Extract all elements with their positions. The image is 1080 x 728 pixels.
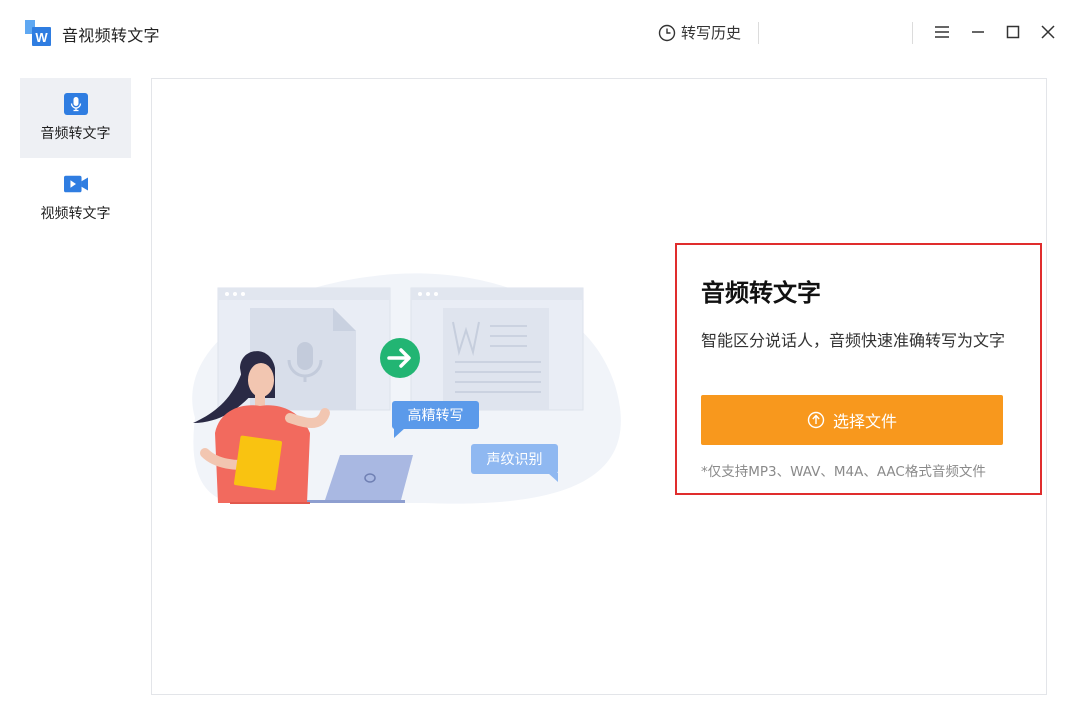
upload-shield-icon [807, 411, 825, 429]
app-title: 音视频转文字 [62, 26, 160, 45]
sidebar: 音频转文字 视频转文字 [20, 78, 131, 238]
minimize-icon [972, 31, 984, 33]
maximize-button[interactable] [1001, 20, 1025, 44]
close-icon [1041, 25, 1055, 39]
history-label: 转写历史 [681, 24, 742, 42]
select-file-label: 选择文件 [832, 412, 897, 431]
transcription-illustration: 高精转写 声纹识别 [192, 273, 621, 504]
card-description: 智能区分说话人，音频快速准确转写为文字 [701, 331, 1006, 350]
sidebar-item-label: 音频转文字 [40, 126, 111, 142]
svg-text:W: W [35, 30, 48, 45]
select-file-button[interactable]: 选择文件 [701, 395, 1003, 445]
support-note: *仅支持MP3、WAV、M4A、AAC格式音频文件 [701, 464, 986, 480]
close-button[interactable] [1036, 20, 1060, 44]
card-heading: 音频转文字 [701, 279, 821, 307]
divider [912, 22, 913, 44]
clock-icon [658, 24, 676, 41]
menu-icon [935, 26, 949, 38]
badge-high-precision-label: 高精转写 [408, 407, 464, 424]
maximize-icon [1006, 25, 1020, 39]
divider [758, 22, 759, 44]
history-button[interactable]: 转写历史 [658, 22, 741, 43]
sidebar-item-audio-to-text[interactable]: 音频转文字 [20, 78, 131, 158]
title-bar: W 音视频转文字 转写历史 [0, 0, 1080, 64]
sidebar-item-video-to-text[interactable]: 视频转文字 [20, 158, 131, 238]
microphone-icon [63, 93, 88, 115]
minimize-button[interactable] [966, 20, 990, 44]
menu-button[interactable] [930, 20, 954, 44]
audio-to-text-card: 音频转文字 智能区分说话人，音频快速准确转写为文字 选择文件 *仅支持MP3、W… [675, 243, 1042, 495]
sidebar-item-label: 视频转文字 [40, 206, 111, 222]
badge-voiceprint-label: 声纹识别 [487, 452, 543, 468]
arrow-right-icon [380, 338, 420, 378]
video-camera-icon [63, 173, 88, 195]
doc-w-icon: W [25, 20, 51, 46]
